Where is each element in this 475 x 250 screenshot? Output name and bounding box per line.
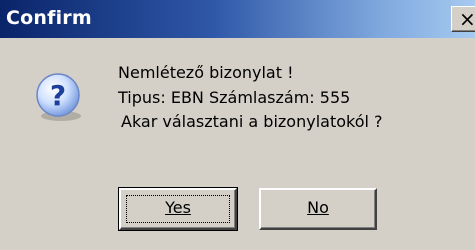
window-title: Confirm — [6, 7, 92, 29]
question-mark-glyph: ? — [50, 79, 66, 112]
message-line-3: Akar választani a bizonylatokól ? — [121, 112, 383, 131]
message-line-2: Tipus: EBN Számlaszám: 555 — [118, 88, 351, 107]
question-icon: ? — [36, 73, 81, 121]
no-button-label: No — [307, 198, 329, 217]
no-button[interactable]: No — [259, 188, 377, 230]
confirm-dialog: Confirm × ? Nemlétező bizonylat ! Tipus:… — [0, 0, 475, 250]
close-button[interactable]: × — [451, 6, 475, 32]
yes-button-label: Yes — [165, 198, 191, 217]
title-bar[interactable]: Confirm × — [0, 0, 475, 38]
message-line-1: Nemlétező bizonylat ! — [118, 63, 294, 82]
yes-button[interactable]: Yes — [118, 187, 238, 231]
close-icon: × — [459, 7, 475, 31]
